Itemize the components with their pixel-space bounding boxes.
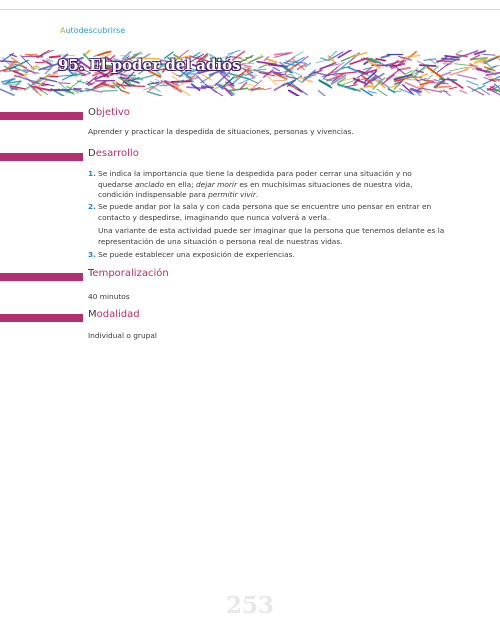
- objetivo-text: Aprender y practicar la despedida de sit…: [88, 127, 354, 136]
- modalidad-text: Individual o grupal: [88, 331, 157, 340]
- temporalizacion-heading-rest: emporalización: [92, 268, 169, 279]
- desarrollo-item: 1. Se indica la importancia que tiene la…: [88, 169, 446, 201]
- title-banner: 95. El poder del adiós: [0, 50, 500, 96]
- page-number: 253: [225, 592, 274, 619]
- objetivo-heading-rest: bjetivo: [95, 107, 130, 118]
- page-title: 95. El poder del adiós: [58, 56, 241, 74]
- desarrollo-heading: Desarrollo: [88, 148, 139, 159]
- item-text-italic: dejar morir: [195, 179, 238, 189]
- desarrollo-note: Una variante de esta actividad puede ser…: [98, 226, 445, 246]
- item-text: Se indica la importancia que tiene la de…: [98, 169, 446, 201]
- temporalizacion-heading: Temporalización: [88, 268, 169, 279]
- header-rule: [0, 9, 500, 10]
- desarrollo-item: 2. Se puede andar por la sala y con cada…: [88, 202, 446, 223]
- objetivo-bar: [0, 112, 83, 120]
- item-text: Se puede establecer una exposición de ex…: [98, 250, 295, 259]
- desarrollo-bar: [0, 153, 83, 161]
- objetivo-heading: Objetivo: [88, 107, 130, 118]
- item-text-part: .: [255, 190, 259, 199]
- temporalizacion-bar: [0, 273, 83, 281]
- desarrollo-heading-rest: esarrollo: [95, 148, 139, 159]
- desarrollo-heading-initial: D: [88, 148, 96, 159]
- item-number: 1.: [88, 169, 96, 178]
- item-text-italic: anclado: [134, 179, 165, 189]
- modalidad-heading: Modalidad: [88, 309, 140, 320]
- section-label-rest: utodescubrirse: [65, 26, 126, 35]
- item-text: Se puede andar por la sala y con cada pe…: [98, 202, 432, 222]
- modalidad-bar: [0, 314, 83, 322]
- objetivo-heading-initial: O: [88, 107, 96, 118]
- temporalizacion-text: 40 minutos: [88, 292, 130, 301]
- desarrollo-item: 3. Se puede establecer una exposición de…: [88, 250, 446, 261]
- modalidad-heading-rest: odalidad: [96, 309, 140, 320]
- item-number: 3.: [88, 250, 96, 259]
- item-text-part: en ella;: [164, 179, 196, 189]
- item-text-italic: permitir vivir: [208, 190, 256, 199]
- item-number: 2.: [88, 202, 96, 211]
- section-label: Autodescubrirse: [60, 26, 125, 35]
- modalidad-heading-initial: M: [88, 309, 97, 320]
